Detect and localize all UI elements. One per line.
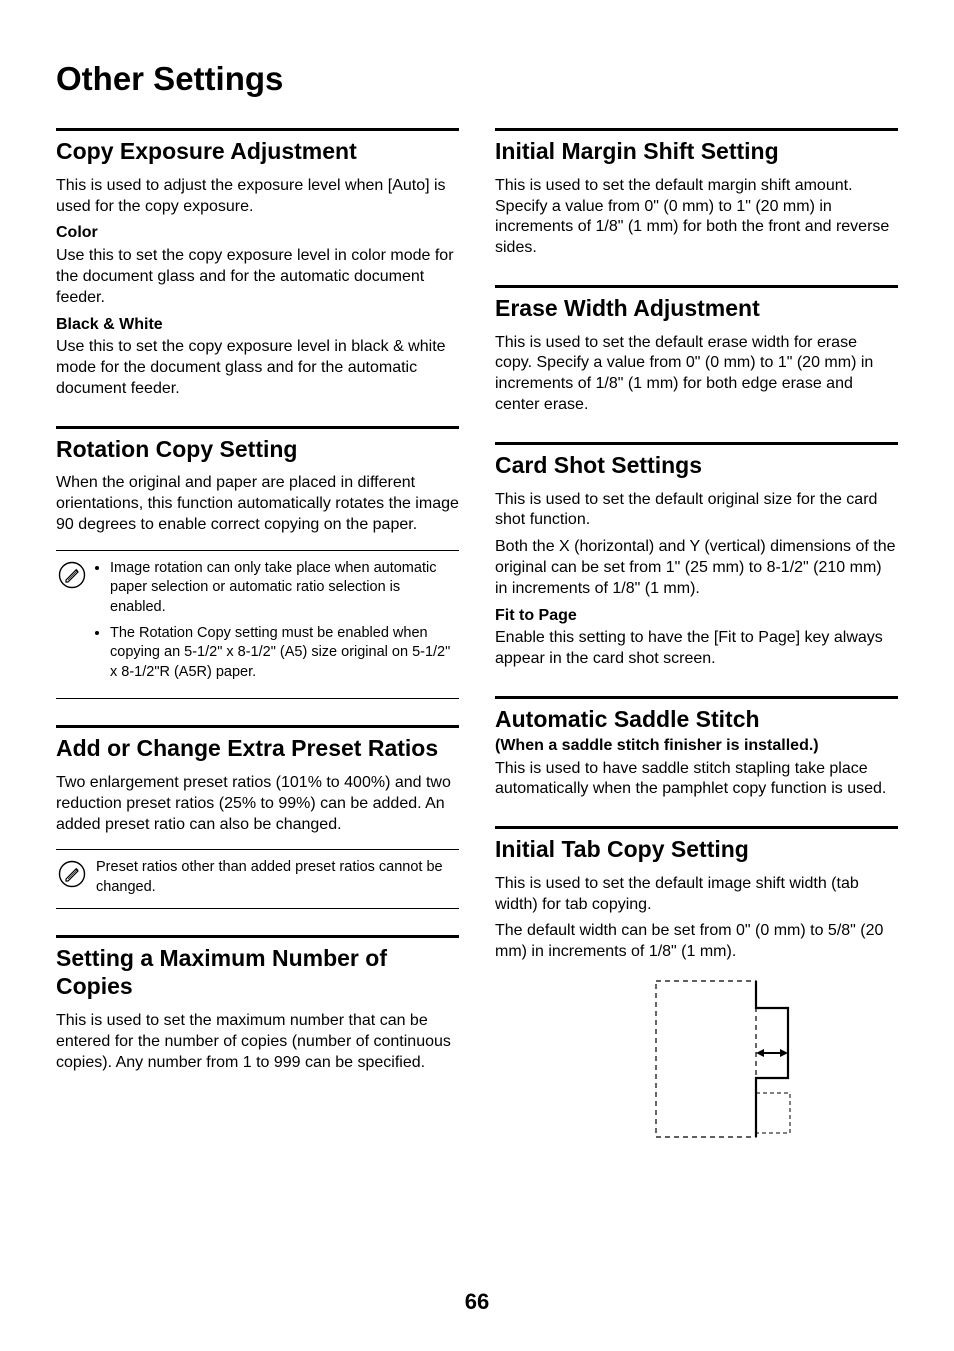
body-text: Two enlargement preset ratios (101% to 4… <box>56 773 459 835</box>
note-content: Image rotation can only take place when … <box>96 559 453 688</box>
divider <box>56 426 459 429</box>
body-text: This is used to adjust the exposure leve… <box>56 176 459 218</box>
body-text: This is used to set the default margin s… <box>495 176 898 259</box>
body-text: Enable this setting to have the [Fit to … <box>495 628 898 670</box>
page-title: Other Settings <box>56 60 898 98</box>
note-pencil-icon <box>58 561 86 688</box>
subheading-saddle-stitch: (When a saddle stitch finisher is instal… <box>495 736 898 757</box>
note-box: Preset ratios other than added preset ra… <box>56 849 459 908</box>
section-rotation: Rotation Copy Setting When the original … <box>56 426 459 700</box>
divider <box>56 725 459 728</box>
body-text: This is used to set the default erase wi… <box>495 333 898 416</box>
heading-tab-copy: Initial Tab Copy Setting <box>495 835 898 864</box>
heading-preset-ratios: Add or Change Extra Preset Ratios <box>56 734 459 763</box>
section-margin-shift: Initial Margin Shift Setting This is use… <box>495 128 898 259</box>
section-tab-copy: Initial Tab Copy Setting This is used to… <box>495 826 898 1148</box>
section-max-copies: Setting a Maximum Number of Copies This … <box>56 935 459 1074</box>
body-text: Use this to set the copy exposure level … <box>56 337 459 399</box>
note-box: Image rotation can only take place when … <box>56 550 459 699</box>
body-text: This is used to set the default image sh… <box>495 874 898 916</box>
note-content: Preset ratios other than added preset ra… <box>96 858 453 897</box>
divider <box>495 285 898 288</box>
heading-card-shot: Card Shot Settings <box>495 451 898 480</box>
divider <box>495 442 898 445</box>
section-erase-width: Erase Width Adjustment This is used to s… <box>495 285 898 416</box>
page-number: 66 <box>0 1289 954 1315</box>
tab-copy-figure <box>495 973 898 1148</box>
divider <box>495 128 898 131</box>
label-fit-to-page: Fit to Page <box>495 606 898 627</box>
note-pencil-icon <box>58 860 86 897</box>
heading-max-copies: Setting a Maximum Number of Copies <box>56 944 459 1002</box>
heading-rotation: Rotation Copy Setting <box>56 435 459 464</box>
divider <box>56 128 459 131</box>
heading-erase-width: Erase Width Adjustment <box>495 294 898 323</box>
section-card-shot: Card Shot Settings This is used to set t… <box>495 442 898 670</box>
body-text: This is used to set the default original… <box>495 490 898 532</box>
note-item: Image rotation can only take place when … <box>110 559 453 618</box>
section-saddle-stitch: Automatic Saddle Stitch (When a saddle s… <box>495 696 898 800</box>
left-column: Copy Exposure Adjustment This is used to… <box>56 128 459 1174</box>
label-color: Color <box>56 223 459 244</box>
section-copy-exposure: Copy Exposure Adjustment This is used to… <box>56 128 459 400</box>
label-bw: Black & White <box>56 315 459 336</box>
body-text: Use this to set the copy exposure level … <box>56 246 459 308</box>
section-preset-ratios: Add or Change Extra Preset Ratios Two en… <box>56 725 459 908</box>
body-text: Both the X (horizontal) and Y (vertical)… <box>495 537 898 599</box>
right-column: Initial Margin Shift Setting This is use… <box>495 128 898 1174</box>
body-text: This is used to have saddle stitch stapl… <box>495 759 898 801</box>
note-item: The Rotation Copy setting must be enable… <box>110 624 453 683</box>
body-text: When the original and paper are placed i… <box>56 473 459 535</box>
heading-margin-shift: Initial Margin Shift Setting <box>495 137 898 166</box>
body-text: The default width can be set from 0" (0 … <box>495 921 898 963</box>
heading-saddle-stitch: Automatic Saddle Stitch <box>495 705 898 734</box>
body-text: This is used to set the maximum number t… <box>56 1011 459 1073</box>
divider <box>495 696 898 699</box>
heading-copy-exposure: Copy Exposure Adjustment <box>56 137 459 166</box>
divider <box>495 826 898 829</box>
divider <box>56 935 459 938</box>
